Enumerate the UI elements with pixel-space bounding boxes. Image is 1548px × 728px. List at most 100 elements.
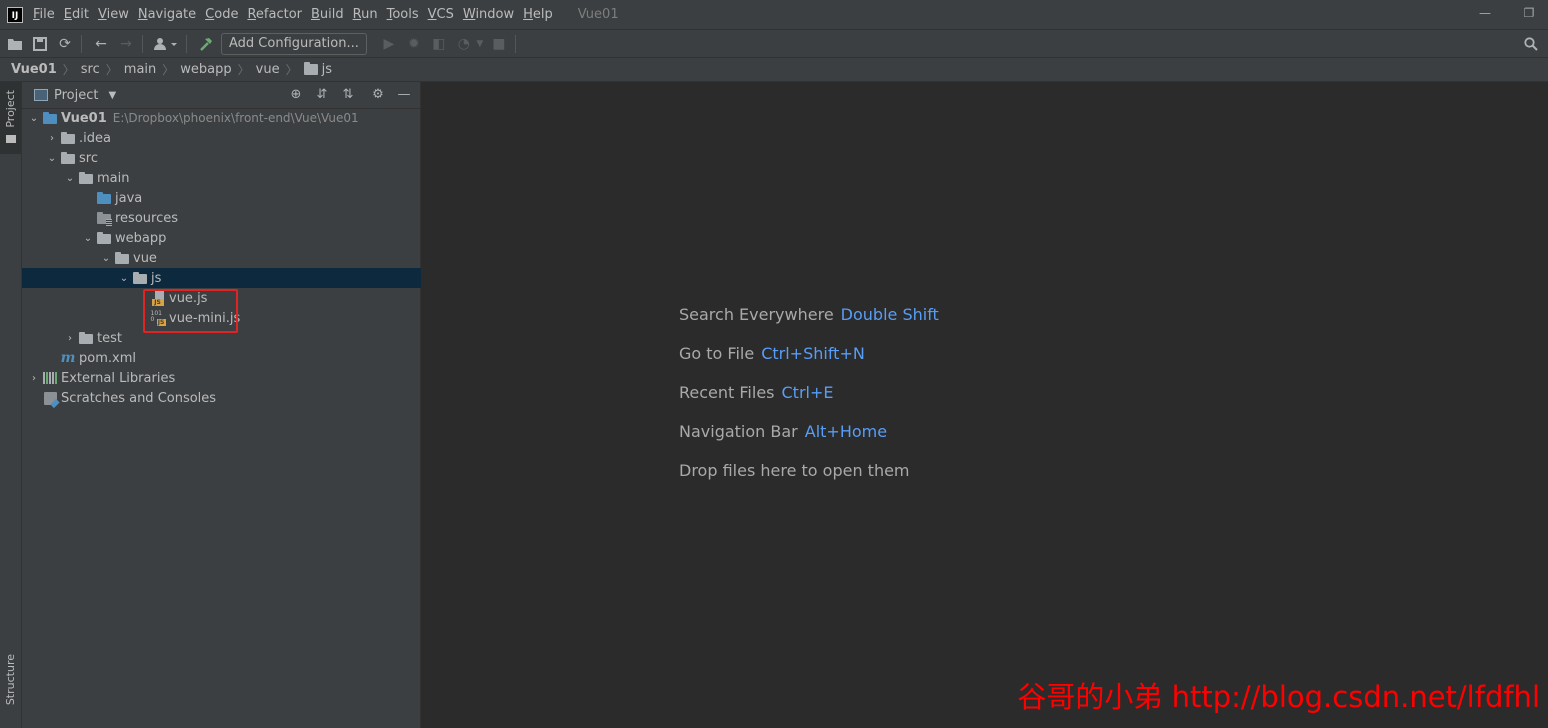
chevron-down-icon[interactable]: ⌄ <box>98 253 114 264</box>
chevron-right-icon[interactable]: › <box>44 133 60 144</box>
tree-item-label: test <box>97 330 122 346</box>
main-toolbar: ⟳ ← → Add Configuration... ▶ ✹ ◧ ◔ ▼ ■ <box>0 29 1548 57</box>
project-tool-window: Project ▼ ⊕ ⇵ ⇅ ⚙ — ⌄ Vue01 E:\Dropbox\p… <box>22 82 421 728</box>
chevron-down-icon[interactable]: ⌄ <box>26 113 42 124</box>
maven-icon: m <box>60 350 76 366</box>
editor-hints: Search Everywhere Double Shift Go to File… <box>679 305 939 500</box>
tree-item-pom[interactable]: m pom.xml <box>22 348 421 368</box>
stop-icon[interactable]: ■ <box>488 33 510 55</box>
build-hammer-icon[interactable] <box>195 33 217 55</box>
breadcrumb: Vue01 〉 src 〉 main 〉 webapp 〉 vue 〉 js <box>0 57 1548 82</box>
project-panel-title[interactable]: Project <box>54 88 98 103</box>
tree-item-label: resources <box>115 210 179 226</box>
tree-item-label: .idea <box>79 130 111 146</box>
resources-folder-icon <box>96 210 112 226</box>
sync-icon[interactable]: ⟳ <box>54 33 76 55</box>
tree-item-label: main <box>97 170 130 186</box>
watermark: 谷哥的小弟 http://blog.csdn.net/lfdfhl <box>1017 680 1540 714</box>
project-folder-icon <box>6 135 16 143</box>
folder-icon <box>60 130 76 146</box>
view-selector-chevron-down-icon[interactable]: ▼ <box>108 90 116 101</box>
menu-edit[interactable]: Edit <box>64 7 89 22</box>
expand-all-icon[interactable]: ⇵ <box>312 86 332 104</box>
menu-help[interactable]: Help <box>523 7 553 22</box>
hide-panel-icon[interactable]: — <box>394 86 414 104</box>
tree-item-webapp[interactable]: ⌄ webapp <box>22 228 421 248</box>
hint-drop-files: Drop files here to open them <box>679 461 939 500</box>
menu-tools[interactable]: Tools <box>387 7 419 22</box>
minimize-icon[interactable]: — <box>1478 6 1492 20</box>
profile-icon[interactable]: ◔ <box>453 33 475 55</box>
tab-structure[interactable]: Structure <box>0 648 21 722</box>
tree-item-java[interactable]: java <box>22 188 421 208</box>
tree-item-label: vue <box>133 250 157 266</box>
chevron-down-icon[interactable]: ⌄ <box>62 173 78 184</box>
open-folder-icon[interactable] <box>4 33 26 55</box>
chevron-right-icon[interactable]: › <box>26 373 42 384</box>
toolbar-separator <box>514 34 516 53</box>
left-tool-strip: Project Structure <box>0 82 22 728</box>
menu-file[interactable]: File <box>33 7 55 22</box>
hint-shortcut: Alt+Home <box>804 422 888 441</box>
breadcrumb-item-vue01[interactable]: Vue01 <box>11 62 57 77</box>
breadcrumb-item-vue[interactable]: vue <box>256 62 280 77</box>
folder-icon <box>60 150 76 166</box>
chevron-right-icon[interactable]: › <box>62 333 78 344</box>
chevron-down-icon[interactable]: ⌄ <box>116 273 132 284</box>
tab-project[interactable]: Project <box>0 82 21 154</box>
collapse-all-icon[interactable]: ⇅ <box>338 86 358 104</box>
tree-item-main[interactable]: ⌄ main <box>22 168 421 188</box>
tree-item-idea[interactable]: › .idea <box>22 128 421 148</box>
menu-build[interactable]: Build <box>311 7 344 22</box>
tree-item-vue[interactable]: ⌄ vue <box>22 248 421 268</box>
back-arrow-icon[interactable]: ← <box>90 33 112 55</box>
toolbar-separator <box>142 34 143 53</box>
intellij-logo-icon: IJ <box>7 6 23 23</box>
breadcrumb-separator-icon: 〉 <box>237 63 250 77</box>
search-everywhere-icon[interactable] <box>1520 33 1542 55</box>
user-dropdown-icon[interactable] <box>151 33 181 55</box>
menu-navigate[interactable]: Navigate <box>138 7 196 22</box>
hint-label: Recent Files <box>679 383 775 402</box>
toolbar-separator <box>186 34 187 53</box>
breadcrumb-item-js[interactable]: js <box>322 62 332 77</box>
hint-go-to-file: Go to File Ctrl+Shift+N <box>679 344 939 383</box>
breadcrumb-item-webapp[interactable]: webapp <box>180 62 231 77</box>
gear-icon[interactable]: ⚙ <box>368 86 388 104</box>
tree-item-label: webapp <box>115 230 167 246</box>
menu-run[interactable]: Run <box>353 7 378 22</box>
debug-icon[interactable]: ✹ <box>403 33 425 55</box>
hint-shortcut: Ctrl+Shift+N <box>761 344 865 363</box>
tree-item-scratches[interactable]: Scratches and Consoles <box>22 388 421 408</box>
tree-item-external-libraries[interactable]: › External Libraries <box>22 368 421 388</box>
save-icon[interactable] <box>29 33 51 55</box>
toolbar-separator <box>81 34 82 53</box>
tree-item-js[interactable]: ⌄ js <box>22 268 421 288</box>
breadcrumb-item-main[interactable]: main <box>124 62 156 77</box>
breadcrumb-item-src[interactable]: src <box>81 62 100 77</box>
menu-vcs[interactable]: VCS <box>428 7 454 22</box>
chevron-down-icon[interactable]: ⌄ <box>44 153 60 164</box>
add-configuration-button[interactable]: Add Configuration... <box>221 32 367 55</box>
tree-item-resources[interactable]: resources <box>22 208 421 228</box>
restore-icon[interactable]: ❐ <box>1522 6 1536 20</box>
menu-refactor[interactable]: Refactor <box>247 7 302 22</box>
chevron-down-icon[interactable]: ⌄ <box>80 233 96 244</box>
library-icon <box>42 370 58 386</box>
forward-arrow-icon[interactable]: → <box>115 33 137 55</box>
locate-file-icon[interactable]: ⊕ <box>286 86 306 104</box>
menu-view[interactable]: View <box>98 7 129 22</box>
menu-code[interactable]: Code <box>205 7 238 22</box>
hint-shortcut: Ctrl+E <box>781 383 834 402</box>
menu-window[interactable]: Window <box>463 7 514 22</box>
breadcrumb-separator-icon: 〉 <box>162 63 175 77</box>
editor-empty-area[interactable]: Search Everywhere Double Shift Go to File… <box>422 82 1548 728</box>
tree-item-vue01[interactable]: ⌄ Vue01 E:\Dropbox\phoenix\front-end\Vue… <box>22 108 421 128</box>
red-highlight-annotation <box>143 289 238 333</box>
run-options-chevron-icon[interactable]: ▼ <box>475 33 485 55</box>
tree-item-src[interactable]: ⌄ src <box>22 148 421 168</box>
coverage-icon[interactable]: ◧ <box>428 33 450 55</box>
run-icon[interactable]: ▶ <box>378 33 400 55</box>
tree-item-label: src <box>79 150 98 166</box>
tree-item-label: pom.xml <box>79 350 136 366</box>
